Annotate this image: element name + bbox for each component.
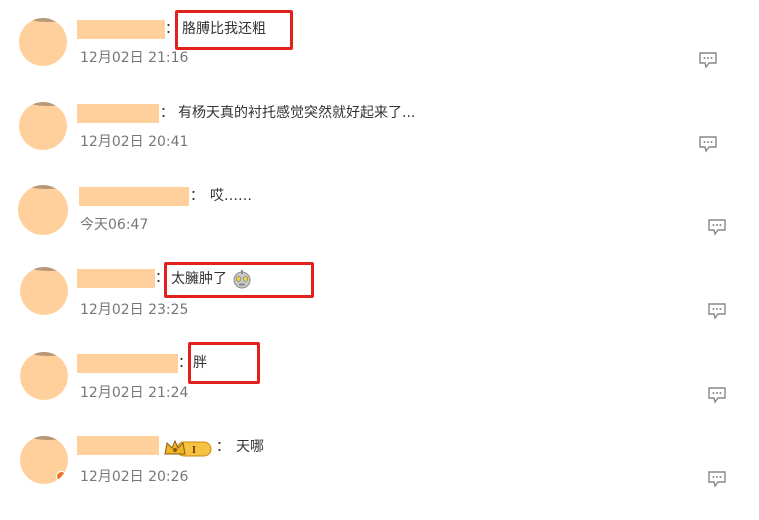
comment-time: 今天06:47 — [80, 217, 149, 233]
comment-time: 12月02日 20:26 — [80, 469, 189, 485]
comment-bubble-icon[interactable] — [698, 135, 718, 153]
username-redacted[interactable] — [77, 20, 165, 39]
username-redacted[interactable] — [77, 436, 159, 455]
username-redacted[interactable] — [77, 354, 178, 373]
avatar[interactable] — [19, 102, 67, 150]
comment-text: 哎…… — [210, 188, 252, 204]
comment-text: 有杨天真的衬托感觉突然就好起来了... — [178, 105, 416, 121]
comment-bubble-icon[interactable] — [707, 386, 727, 404]
comment-time: 12月02日 20:41 — [80, 134, 189, 150]
comment-text: 天哪 — [236, 439, 264, 455]
comment-item: ： 有杨天真的衬托感觉突然就好起来了... 12月02日 20:41 — [0, 102, 759, 186]
comment-time: 12月02日 23:25 — [80, 302, 189, 318]
comment-text: 胖 — [193, 355, 207, 371]
comment-time: 12月02日 21:16 — [80, 50, 189, 66]
username-redacted[interactable] — [79, 187, 189, 206]
svg-text:I: I — [192, 444, 196, 456]
comment-bubble-icon[interactable] — [707, 302, 727, 320]
username-redacted[interactable] — [77, 104, 159, 123]
comment-bubble-icon[interactable] — [698, 51, 718, 69]
comment-bubble-icon[interactable] — [707, 218, 727, 236]
comment-bubble-icon[interactable] — [707, 470, 727, 488]
avatar[interactable] — [20, 352, 68, 400]
avatar[interactable] — [20, 267, 68, 315]
comment-text-content: 太臃肿了 — [171, 271, 227, 287]
user-badge-icon — [56, 471, 67, 482]
username-redacted[interactable] — [77, 269, 155, 288]
comment-item: ： 胳膊比我还粗 12月02日 21:16 — [0, 10, 759, 102]
colon-separator: ： — [190, 188, 204, 204]
colon-separator: ： — [216, 439, 230, 455]
avatar[interactable] — [18, 185, 68, 235]
comment-time: 12月02日 21:24 — [80, 385, 189, 401]
colon-separator: ： — [178, 355, 192, 371]
avatar[interactable] — [20, 436, 68, 484]
comment-text: 太臃肿了 — [171, 268, 253, 290]
comment-item: ： 胖 12月02日 21:24 — [0, 342, 759, 436]
crown-level-badge-icon: I — [164, 439, 212, 457]
comment-item: ： 哎…… 今天06:47 — [0, 185, 759, 269]
colon-separator: ： — [160, 105, 174, 121]
robot-face-icon — [233, 270, 251, 289]
colon-separator: ： — [155, 270, 169, 286]
comment-item: I ： 天哪 12月02日 20:26 — [0, 436, 759, 520]
colon-separator: ： — [165, 21, 179, 37]
comment-item: ： 太臃肿了 12月02日 23:25 — [0, 262, 759, 351]
avatar[interactable] — [19, 18, 67, 66]
comment-text: 胳膊比我还粗 — [182, 21, 266, 37]
